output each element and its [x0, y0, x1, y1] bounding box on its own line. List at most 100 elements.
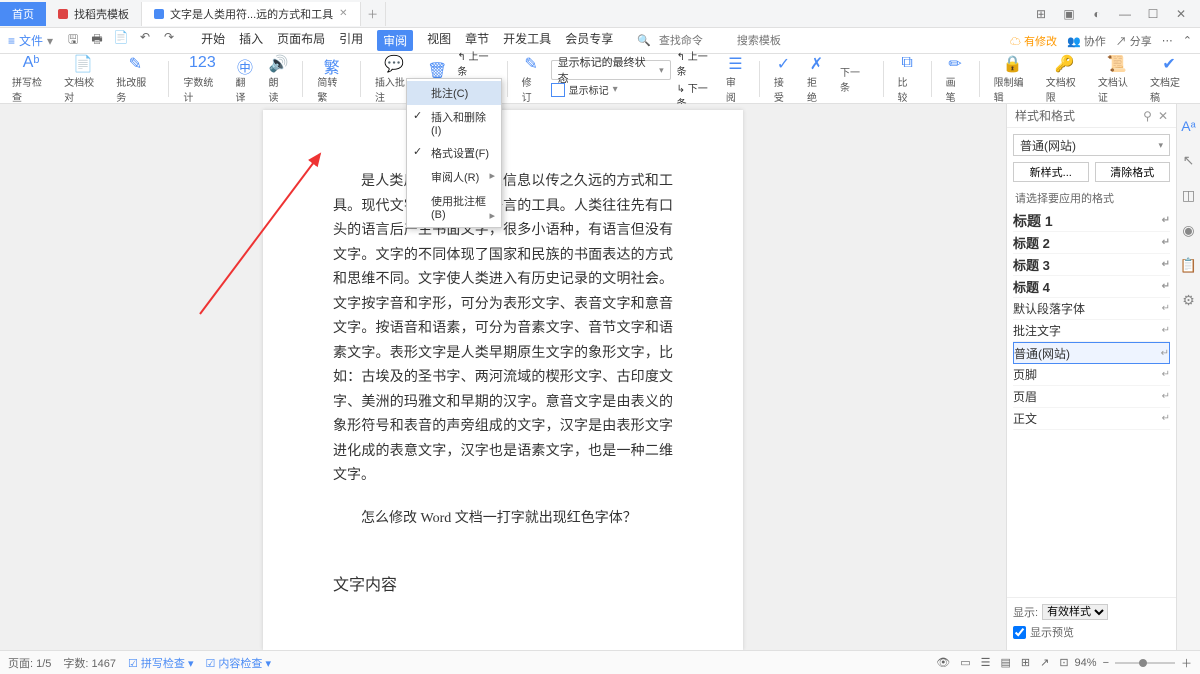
word-count[interactable]: 字数: 1467 — [63, 655, 116, 671]
tb-accept[interactable]: ✓接受 — [770, 54, 797, 104]
shapes-icon[interactable]: ◫ — [1182, 187, 1195, 204]
tb-pen[interactable]: ✏画笔 — [942, 54, 969, 104]
search-tpl-input[interactable] — [737, 34, 807, 47]
tb-next3[interactable]: 下一条 — [836, 64, 873, 94]
share-button[interactable]: ↗ 分享 — [1116, 33, 1152, 49]
dd-insdel[interactable]: 插入和删除(I) — [407, 105, 501, 141]
zoom-in-icon[interactable]: ＋ — [1181, 655, 1192, 671]
more-icon[interactable]: ⋯ — [1162, 34, 1173, 47]
eye-icon[interactable]: 👁 — [936, 656, 950, 669]
tb-restrict[interactable]: 🔒限制编辑 — [990, 54, 1036, 104]
contentcheck-status[interactable]: ☑ 内容检查 ▾ — [206, 655, 272, 671]
tb-prev[interactable]: ↰ 上一条 — [457, 48, 496, 78]
tb-review[interactable]: ☰审阅 — [722, 54, 749, 104]
tb-simplify[interactable]: 繁简转繁 — [313, 54, 350, 104]
tab-home[interactable]: 首页 — [0, 2, 46, 26]
close-icon[interactable]: ✕ — [1158, 109, 1168, 123]
zoom-slider[interactable] — [1115, 662, 1175, 664]
maximize-icon[interactable]: ☐ — [1144, 5, 1162, 23]
style-item[interactable]: 标题 1↵ — [1013, 210, 1170, 232]
tb-correction[interactable]: ✎批改服务 — [112, 54, 158, 104]
cloud-status[interactable]: ☁ 有修改 — [1010, 33, 1057, 49]
preview-checkbox[interactable] — [1013, 626, 1026, 639]
tb-translate[interactable]: ㊥翻译 — [231, 54, 258, 104]
page-indicator[interactable]: 页面: 1/5 — [8, 655, 51, 671]
tb-reject[interactable]: ✗拒绝 — [803, 54, 830, 104]
zoom-out-icon[interactable]: − — [1103, 657, 1109, 669]
close-icon[interactable]: ✕ — [339, 8, 347, 19]
layout1-icon[interactable]: ⊞ — [1032, 5, 1050, 23]
mtab-ref[interactable]: 引用 — [339, 30, 363, 51]
tb-spellcheck[interactable]: Aᵇ拼写检查 — [8, 54, 54, 104]
tb-compare[interactable]: ⧉比较 — [894, 54, 921, 104]
mtab-dev[interactable]: 开发工具 — [503, 30, 551, 51]
tb-perm[interactable]: 🔑文档权限 — [1042, 54, 1088, 104]
view1-icon[interactable]: ▭ — [960, 656, 970, 669]
style-item[interactable]: 正文↵ — [1013, 408, 1170, 430]
zoom-fit-icon[interactable]: ⊡ — [1059, 656, 1068, 669]
clear-format-button[interactable]: 清除格式 — [1095, 162, 1171, 182]
search-cmd-input[interactable] — [659, 34, 729, 47]
mtab-layout[interactable]: 页面布局 — [277, 30, 325, 51]
nav-icon[interactable]: ◉ — [1182, 222, 1194, 239]
style-item[interactable]: 批注文字↵ — [1013, 320, 1170, 342]
style-item[interactable]: 默认段落字体↵ — [1013, 298, 1170, 320]
close-icon[interactable]: ✕ — [1172, 5, 1190, 23]
show-select[interactable]: 有效样式 — [1042, 604, 1108, 620]
style-item[interactable]: 标题 2↵ — [1013, 232, 1170, 254]
user-icon[interactable]: ◐ — [1088, 5, 1106, 23]
tools-icon[interactable]: ⚙ — [1182, 292, 1195, 309]
undo-icon[interactable]: ↶ — [137, 30, 153, 51]
zoom-control[interactable]: ⊡ 94% − ＋ — [1059, 655, 1192, 671]
view5-icon[interactable]: ↗ — [1040, 656, 1049, 669]
display-markup-btn[interactable]: 显示标记 ▾ — [551, 82, 671, 97]
clipboard-icon[interactable]: 📋 — [1180, 257, 1197, 274]
style-item[interactable]: 页脚↵ — [1013, 364, 1170, 386]
style-item[interactable]: 页眉↵ — [1013, 386, 1170, 408]
tab-document[interactable]: 文字是人类用符...远的方式和工具✕ — [142, 2, 361, 26]
save-icon[interactable]: 🖫 — [65, 30, 81, 51]
paragraph[interactable]: 是人类用符号记录表达信息以传之久远的方式和工具。现代文字大多是记录语言的工具。人… — [333, 170, 673, 489]
mtab-view[interactable]: 视图 — [427, 30, 451, 51]
format-icon[interactable]: Aᵃ — [1181, 118, 1196, 134]
dd-balloons[interactable]: 使用批注框(B) — [407, 189, 501, 225]
dd-comments[interactable]: 批注(C) — [407, 81, 501, 105]
collapse-icon[interactable]: ⌃ — [1183, 34, 1192, 47]
style-item[interactable]: 普通(网站)↵ — [1013, 342, 1170, 364]
style-item[interactable]: 标题 3↵ — [1013, 254, 1170, 276]
view3-icon[interactable]: ▤ — [1000, 656, 1010, 669]
tb-wordcount[interactable]: 123字数统计 — [179, 54, 225, 104]
view2-icon[interactable]: ☰ — [981, 656, 991, 669]
tb-prev2[interactable]: ↰ 上一条 — [677, 48, 716, 78]
preview-icon[interactable]: 📄 — [113, 30, 129, 51]
print-icon[interactable]: 🖶 — [89, 30, 105, 51]
style-item[interactable]: 标题 4↵ — [1013, 276, 1170, 298]
file-menu[interactable]: ≡ 文件 ▾ — [8, 32, 53, 49]
mtab-member[interactable]: 会员专享 — [565, 30, 613, 51]
mtab-start[interactable]: 开始 — [201, 30, 225, 51]
tb-cert[interactable]: 📜文档认证 — [1094, 54, 1140, 104]
dd-format[interactable]: 格式设置(F) — [407, 141, 501, 165]
tab-templates[interactable]: 找稻壳模板 — [46, 2, 142, 26]
coop-button[interactable]: 👥 协作 — [1067, 33, 1106, 49]
spellcheck-status[interactable]: ☑ 拼写检查 ▾ — [128, 655, 194, 671]
pin-icon[interactable]: ⚲ — [1143, 109, 1152, 123]
layout2-icon[interactable]: ▣ — [1060, 5, 1078, 23]
paragraph[interactable]: 怎么修改 Word 文档一打字就出现红色字体？ — [333, 507, 673, 532]
current-style-select[interactable]: 普通(网站)▾ — [1013, 134, 1170, 156]
tb-track[interactable]: ✎修订 — [518, 54, 545, 104]
minimize-icon[interactable]: — — [1116, 5, 1134, 23]
new-style-button[interactable]: 新样式... — [1013, 162, 1089, 182]
document-canvas[interactable]: 是人类用符号记录表达信息以传之久远的方式和工具。现代文字大多是记录语言的工具。人… — [0, 104, 1006, 650]
select-icon[interactable]: ↖ — [1183, 152, 1195, 169]
view4-icon[interactable]: ⊞ — [1021, 656, 1030, 669]
tab-new[interactable]: ＋ — [361, 2, 386, 26]
dd-reviewer[interactable]: 审阅人(R) — [407, 165, 501, 189]
display-mode-combo[interactable]: 显示标记的最终状态▾ — [551, 60, 671, 80]
mtab-insert[interactable]: 插入 — [239, 30, 263, 51]
redo-icon[interactable]: ↷ — [161, 30, 177, 51]
tb-final[interactable]: ✔文档定稿 — [1146, 54, 1192, 104]
tb-read[interactable]: 🔊朗读 — [265, 54, 293, 104]
mtab-review[interactable]: 审阅 — [377, 30, 413, 51]
tb-proof[interactable]: 📄文档校对 — [60, 54, 106, 104]
